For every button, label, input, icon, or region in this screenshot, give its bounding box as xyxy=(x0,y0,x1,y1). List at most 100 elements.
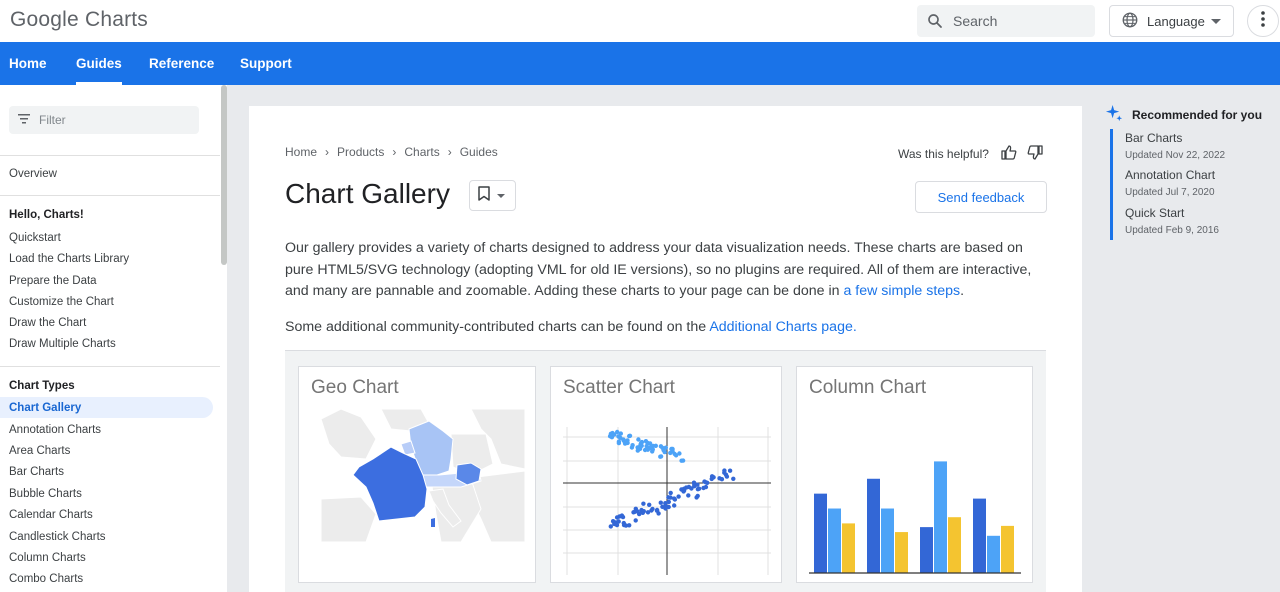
sidebar-item-chart-gallery[interactable]: Chart Gallery xyxy=(9,401,81,415)
recommended-item[interactable]: Bar Charts Updated Nov 22, 2022 xyxy=(1125,131,1225,161)
column-bar xyxy=(814,493,827,573)
top-bar: Google Charts Language xyxy=(0,0,1280,42)
scatter-point xyxy=(627,433,633,438)
scatter-point xyxy=(619,513,625,518)
scatter-point xyxy=(666,495,671,500)
sidebar-item-draw-chart[interactable]: Draw the Chart xyxy=(9,316,86,330)
sidebar-heading-chart-types: Chart Types xyxy=(9,380,75,392)
left-sidebar: Overview Hello, Charts! Quickstart Load … xyxy=(0,85,228,592)
sidebar-item-customize[interactable]: Customize the Chart xyxy=(9,295,114,309)
nav-guides[interactable]: Guides xyxy=(76,42,122,85)
column-bar xyxy=(920,527,933,573)
tile-title: Column Chart xyxy=(809,377,927,398)
breadcrumb-charts[interactable]: Charts xyxy=(404,145,439,159)
sidebar-item-overview[interactable]: Overview xyxy=(9,167,57,181)
bookmark-button[interactable] xyxy=(469,180,516,211)
more-options-button[interactable] xyxy=(1247,5,1279,37)
scatter-point xyxy=(637,444,643,449)
nav-reference[interactable]: Reference xyxy=(149,42,214,85)
simple-steps-link[interactable]: a few simple steps xyxy=(843,283,960,299)
gallery-tile-column[interactable]: Column Chart xyxy=(796,366,1033,583)
recommended-item-date: Updated Jul 7, 2020 xyxy=(1125,187,1215,198)
column-bar xyxy=(934,461,947,573)
recommended-item-name[interactable]: Quick Start xyxy=(1125,206,1219,220)
scatter-point xyxy=(640,510,645,515)
column-bar xyxy=(987,535,1000,573)
recommended-item[interactable]: Quick Start Updated Feb 9, 2016 xyxy=(1125,206,1219,236)
scatter-point xyxy=(654,507,660,513)
column-bar xyxy=(973,498,986,573)
filter-box[interactable] xyxy=(9,106,199,134)
scatter-point xyxy=(625,440,630,446)
scatter-chart-thumbnail xyxy=(563,427,771,575)
additional-charts-link[interactable]: Additional Charts page. xyxy=(709,319,857,335)
gallery-tile-geo[interactable]: Geo Chart xyxy=(298,366,536,583)
chevron-right-icon: › xyxy=(392,145,397,159)
gallery-tile-scatter[interactable]: Scatter Chart xyxy=(550,366,782,583)
sidebar-item-bar[interactable]: Bar Charts xyxy=(9,465,64,479)
search-icon xyxy=(925,11,945,31)
filter-icon xyxy=(18,111,30,129)
thumb-up-icon[interactable] xyxy=(1001,145,1017,163)
scatter-point xyxy=(694,495,699,500)
scatter-point xyxy=(641,501,646,506)
scatter-point xyxy=(703,484,709,490)
sidebar-item-calendar[interactable]: Calendar Charts xyxy=(9,508,93,522)
column-chart-thumbnail xyxy=(809,461,1021,574)
breadcrumb-guides[interactable]: Guides xyxy=(460,145,498,159)
thumb-down-icon[interactable] xyxy=(1027,145,1043,163)
scatter-point xyxy=(633,518,638,523)
scatter-point xyxy=(672,451,677,457)
column-bar xyxy=(1001,525,1014,573)
sidebar-item-prepare-data[interactable]: Prepare the Data xyxy=(9,274,97,288)
nav-home[interactable]: Home xyxy=(9,42,47,85)
recommended-item-name[interactable]: Annotation Chart xyxy=(1125,168,1215,182)
search-input[interactable] xyxy=(953,13,1083,29)
scatter-point xyxy=(616,440,622,446)
divider xyxy=(0,366,220,367)
breadcrumb-home[interactable]: Home xyxy=(285,145,317,159)
scatter-point xyxy=(727,468,733,473)
scatter-point xyxy=(681,489,686,494)
scatter-point xyxy=(621,520,626,526)
nav-support[interactable]: Support xyxy=(240,42,292,85)
search-box[interactable] xyxy=(917,5,1095,37)
sidebar-item-bubble[interactable]: Bubble Charts xyxy=(9,487,82,501)
sidebar-item-column[interactable]: Column Charts xyxy=(9,551,86,565)
language-selector[interactable]: Language xyxy=(1109,5,1234,37)
recommended-item[interactable]: Annotation Chart Updated Jul 7, 2020 xyxy=(1125,168,1215,198)
sidebar-item-draw-multiple[interactable]: Draw Multiple Charts xyxy=(9,337,116,351)
sidebar-item-quickstart[interactable]: Quickstart xyxy=(9,231,61,245)
scatter-point xyxy=(679,458,684,463)
language-label: Language xyxy=(1147,13,1205,29)
sidebar-item-annotation[interactable]: Annotation Charts xyxy=(9,423,101,437)
scatter-point xyxy=(658,454,664,459)
intro-paragraph: Our gallery provides a variety of charts… xyxy=(285,238,1045,303)
tile-title: Geo Chart xyxy=(311,377,399,398)
chevron-down-icon xyxy=(497,193,505,198)
scatter-point xyxy=(660,504,665,509)
scatter-point xyxy=(676,494,681,499)
send-feedback-button[interactable]: Send feedback xyxy=(915,181,1047,213)
sidebar-item-candlestick[interactable]: Candlestick Charts xyxy=(9,530,106,544)
scatter-point xyxy=(668,490,673,496)
sidebar-item-combo[interactable]: Combo Charts xyxy=(9,572,83,586)
filter-input[interactable] xyxy=(39,113,189,127)
scatter-point xyxy=(668,450,673,456)
site-logo[interactable]: Google Charts xyxy=(10,8,148,32)
community-paragraph: Some additional community-contributed ch… xyxy=(285,317,1045,338)
intro-tail: . xyxy=(960,283,965,299)
scatter-point xyxy=(614,522,620,528)
sidebar-scrollbar[interactable] xyxy=(221,85,227,265)
page-title: Chart Gallery xyxy=(285,178,450,209)
recommended-item-name[interactable]: Bar Charts xyxy=(1125,131,1225,145)
helpful-label: Was this helpful? xyxy=(898,147,989,161)
helpful-prompt: Was this helpful? xyxy=(898,145,1043,163)
more-vert-icon xyxy=(1261,10,1265,32)
scatter-point xyxy=(645,447,650,452)
recommended-item-date: Updated Feb 9, 2016 xyxy=(1125,225,1219,236)
sidebar-item-area[interactable]: Area Charts xyxy=(9,444,70,458)
scatter-point xyxy=(672,503,677,508)
sidebar-item-load-library[interactable]: Load the Charts Library xyxy=(9,252,129,266)
breadcrumb-products[interactable]: Products xyxy=(337,145,384,159)
